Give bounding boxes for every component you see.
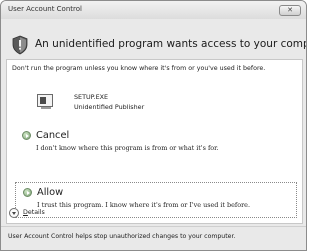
title-bar: User Account Control ✕ (1, 1, 306, 19)
window-title: User Account Control (8, 5, 82, 13)
program-icon (37, 94, 53, 109)
details-label[interactable]: Details (23, 209, 45, 216)
dialog-header: An unidentified program wants access to … (1, 31, 306, 57)
publisher-name: Unidentified Publisher (74, 103, 145, 111)
close-icon: ✕ (287, 6, 293, 14)
cancel-button[interactable]: Cancel I don't know where this program i… (15, 126, 297, 162)
allow-label: Allow (37, 187, 64, 198)
chevron-down-icon[interactable] (9, 208, 19, 218)
cancel-description: I don't know where this program is from … (36, 144, 219, 152)
content-panel: Don't run the program unless you know wh… (6, 59, 303, 224)
shield-icon (12, 35, 28, 55)
dialog-heading: An unidentified program wants access to … (35, 38, 307, 50)
close-button[interactable]: ✕ (279, 5, 301, 16)
arrow-icon (22, 131, 31, 140)
uac-dialog: User Account Control ✕ An unidentified p… (0, 0, 307, 251)
arrow-icon (23, 188, 32, 197)
cancel-label: Cancel (36, 130, 70, 141)
divider (1, 226, 306, 227)
details-row[interactable]: Details (1, 204, 306, 220)
program-name: SETUP.EXE (74, 93, 109, 101)
footer-text: User Account Control helps stop unauthor… (8, 233, 236, 240)
warning-text: Don't run the program unless you know wh… (12, 65, 266, 72)
